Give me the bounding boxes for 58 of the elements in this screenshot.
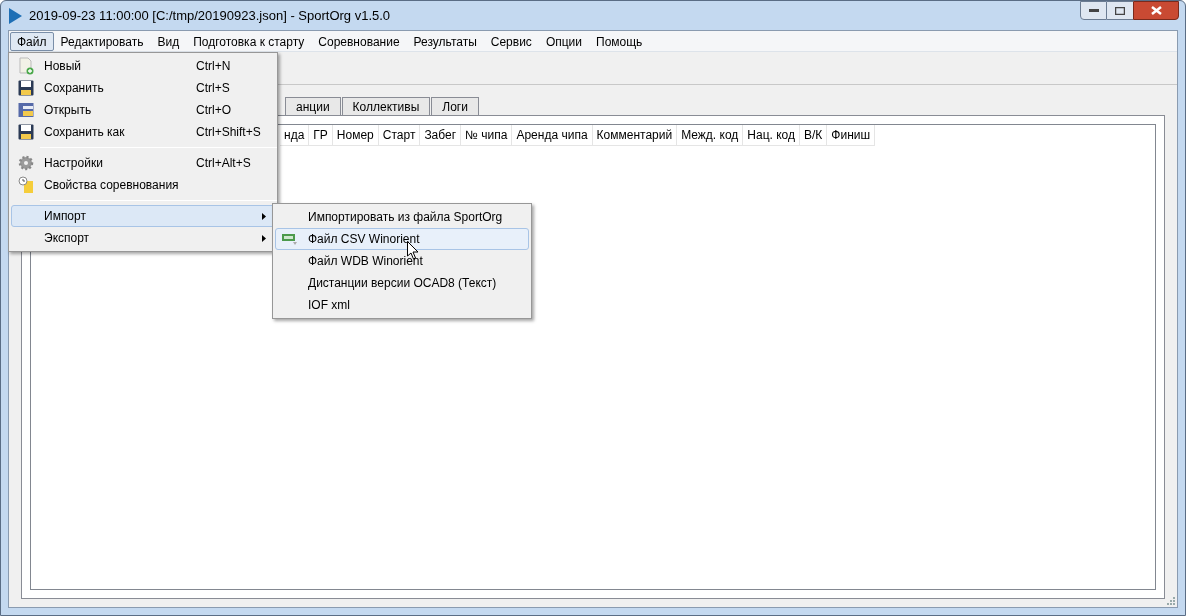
column-header[interactable]: Забег xyxy=(420,125,462,146)
shortcut-label: Ctrl+N xyxy=(196,58,231,75)
menu-item[interactable]: Импорт xyxy=(11,205,275,227)
resize-grip-icon xyxy=(1166,596,1175,605)
minimize-button[interactable] xyxy=(1080,1,1107,20)
menu-item[interactable]: Дистанции версии OCAD8 (Текст) xyxy=(275,272,529,294)
tab[interactable]: Коллективы xyxy=(341,97,431,115)
tab[interactable]: Логи xyxy=(431,97,479,115)
menu-item[interactable]: Результаты xyxy=(406,31,484,51)
column-header[interactable]: Финиш xyxy=(827,125,876,146)
menu-item[interactable]: Файл WDB Winorient xyxy=(275,250,529,272)
submenu-arrow-icon xyxy=(262,234,266,242)
column-header[interactable]: Межд. код xyxy=(677,125,744,146)
menu-item[interactable]: IOF xml xyxy=(275,294,529,316)
menu-item[interactable]: Сохранить Ctrl+S xyxy=(11,77,275,99)
shortcut-label: Ctrl+Shift+S xyxy=(196,124,261,141)
menu-item[interactable]: Подготовка к старту xyxy=(186,31,312,51)
shortcut-label: Ctrl+O xyxy=(196,102,231,119)
gear-icon xyxy=(18,155,34,171)
menu-item[interactable]: Открыть Ctrl+O xyxy=(11,99,275,121)
folder-icon xyxy=(18,102,34,118)
maximize-icon xyxy=(1115,6,1125,15)
minimize-icon xyxy=(1088,8,1099,13)
tab[interactable]: анции xyxy=(285,97,341,115)
menu-item[interactable]: Файл CSV Winorient xyxy=(275,228,529,250)
column-header[interactable]: В/К xyxy=(800,125,828,146)
menu-item[interactable]: Файл xyxy=(10,31,54,51)
close-icon xyxy=(1150,6,1162,15)
new-file-icon xyxy=(18,57,34,75)
menu-item[interactable]: Помощь xyxy=(589,31,650,51)
column-header[interactable]: нда xyxy=(280,125,310,146)
shortcut-label: Ctrl+Alt+S xyxy=(196,155,251,172)
csv-file-icon xyxy=(282,233,298,245)
menu-item[interactable]: Новый Ctrl+N xyxy=(11,55,275,77)
column-header[interactable]: Старт xyxy=(378,125,421,146)
menu-item[interactable]: Сохранить как Ctrl+Shift+S xyxy=(11,121,275,143)
menu-item[interactable]: Опции xyxy=(538,31,589,51)
menu-item[interactable]: Свойства соревнования xyxy=(11,174,275,196)
menu-item[interactable]: Импортировать из файла SportOrg xyxy=(275,206,529,228)
menu-item[interactable]: Настройки Ctrl+Alt+S xyxy=(11,152,275,174)
column-header[interactable]: № чипа xyxy=(461,125,513,146)
menu-item[interactable]: Редактировать xyxy=(53,31,151,51)
menu-item[interactable]: Вид xyxy=(150,31,187,51)
maximize-button[interactable] xyxy=(1107,1,1133,20)
menu-item[interactable]: Сервис xyxy=(483,31,539,51)
column-header[interactable]: Номер xyxy=(332,125,379,146)
app-logo-icon xyxy=(7,6,23,25)
window-title: 2019-09-23 11:00:00 [C:/tmp/20190923.json] - SportOrg v1.5.0 xyxy=(29,6,391,25)
column-header[interactable]: ГР xyxy=(309,125,333,146)
column-header[interactable]: Нац. код xyxy=(743,125,800,146)
menu-item[interactable]: Соревнование xyxy=(311,31,407,51)
shortcut-label: Ctrl+S xyxy=(196,80,230,97)
close-button[interactable] xyxy=(1133,1,1179,20)
clock-document-icon xyxy=(18,176,34,194)
submenu-arrow-icon xyxy=(262,212,266,220)
column-header[interactable]: Аренда чипа xyxy=(512,125,593,146)
column-header[interactable]: Комментарий xyxy=(592,125,678,146)
menu-item[interactable]: Экспорт xyxy=(11,227,275,249)
